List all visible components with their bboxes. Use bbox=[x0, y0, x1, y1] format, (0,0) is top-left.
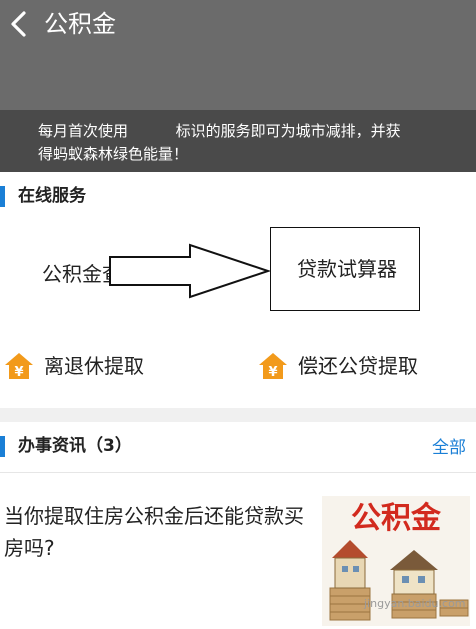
service-row-label: 偿还公贷提取 bbox=[298, 354, 418, 378]
section-header: 在线服务 bbox=[0, 172, 476, 214]
page-title: 公积金 bbox=[44, 10, 116, 38]
view-all-link[interactable]: 全部 bbox=[432, 435, 466, 461]
online-services-panel: 在线服务 公积金查询 贷款试算器 ¥ 离退休提取 ¥ 偿还公贷提取 bbox=[0, 172, 476, 408]
green-energy-notice: 每月首次使用 标识的服务即可为城市减排，并获 得蚂蚁森林绿色能量！ bbox=[0, 110, 476, 172]
section-accent-bar bbox=[0, 436, 5, 457]
notice-text: 每月首次使用 标识的服务即可为城市减排，并获 得蚂蚁森林绿色能量！ bbox=[38, 122, 401, 163]
arrow-annotation-icon bbox=[109, 243, 272, 299]
back-button[interactable] bbox=[6, 8, 32, 40]
svg-text:¥: ¥ bbox=[268, 365, 277, 380]
service-loan-calculator[interactable]: 贷款试算器 bbox=[270, 227, 420, 311]
service-loan-repayment-withdrawal[interactable]: ¥ 偿还公贷提取 bbox=[258, 351, 418, 381]
yen-house-icon: ¥ bbox=[5, 353, 33, 380]
svg-text:¥: ¥ bbox=[14, 365, 23, 380]
app-header: 公积金 bbox=[0, 0, 476, 110]
thumbnail-text: 公积金 bbox=[351, 501, 442, 536]
section-title: 在线服务 bbox=[18, 186, 86, 206]
article-title: 当你提取住房公积金后还能贷款买房吗? bbox=[4, 504, 304, 560]
service-row-label: 离退休提取 bbox=[44, 354, 144, 378]
section-title: 办事资讯（3） bbox=[18, 436, 132, 456]
service-loan-calculator-label: 贷款试算器 bbox=[297, 257, 397, 281]
section-header: 办事资讯（3） 全部 bbox=[0, 422, 476, 464]
watermark: jingyan.baidu.com bbox=[364, 597, 466, 610]
section-accent-bar bbox=[0, 186, 5, 207]
yen-house-icon: ¥ bbox=[259, 353, 287, 380]
chevron-left-icon bbox=[11, 11, 26, 37]
service-retirement-withdrawal[interactable]: ¥ 离退休提取 bbox=[4, 351, 144, 381]
